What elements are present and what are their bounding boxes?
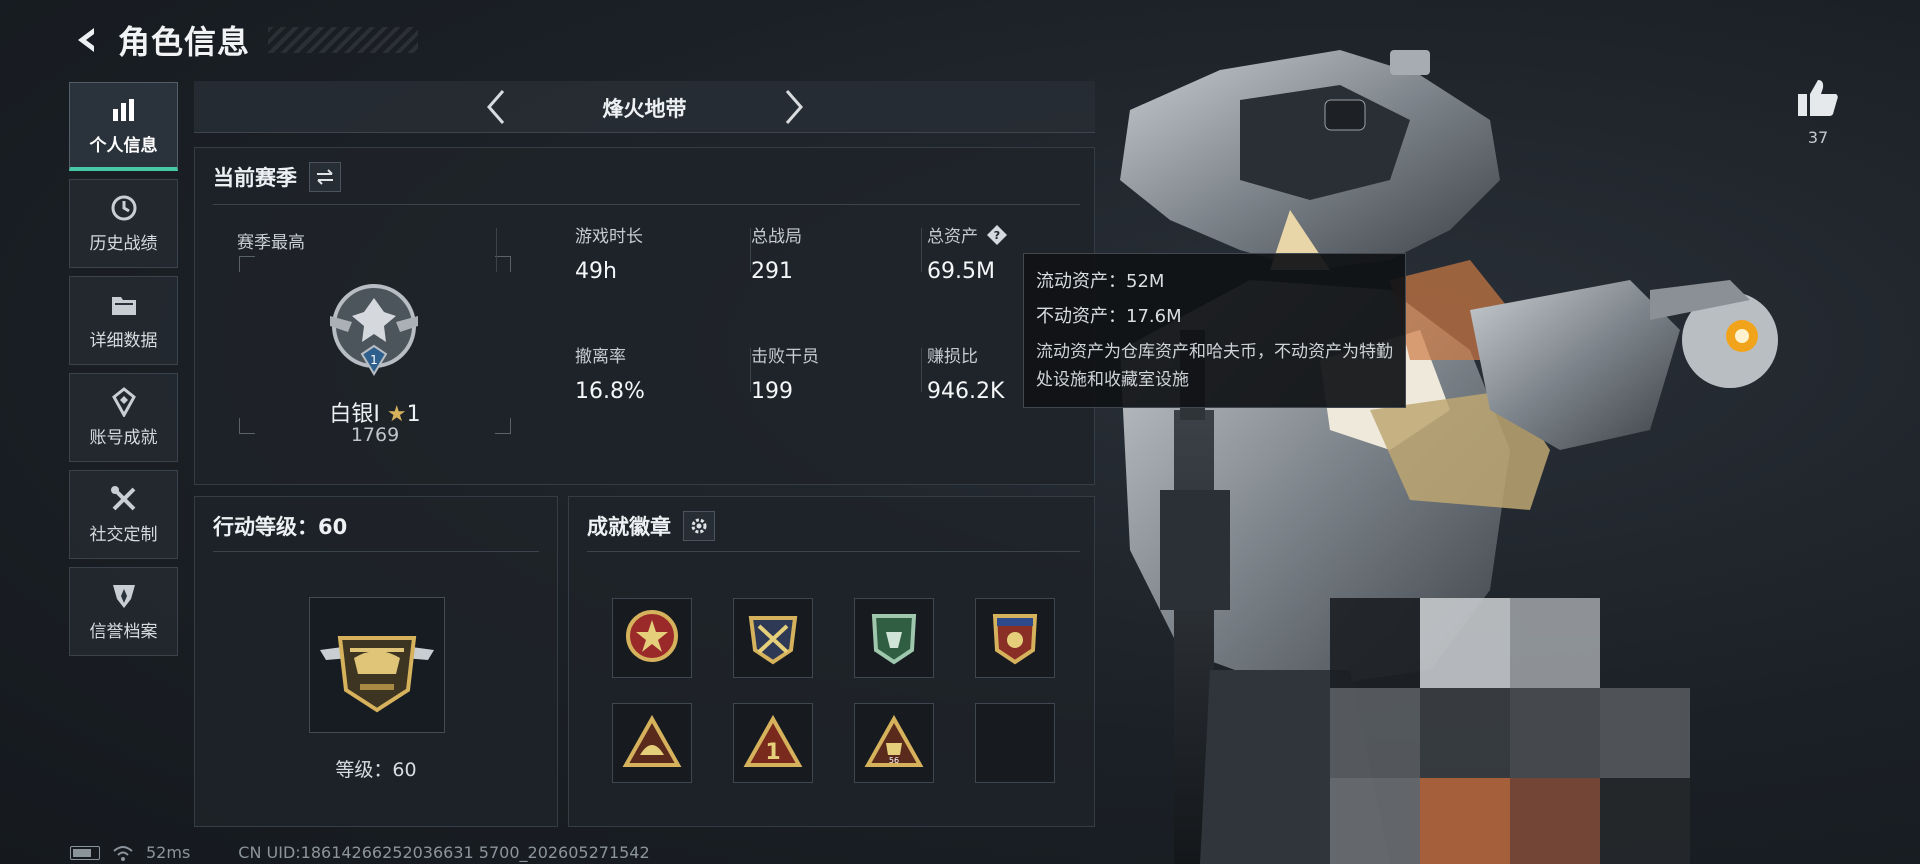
rank-card[interactable]: 1 白银I ★1 1769 [239, 256, 511, 446]
svg-text:1: 1 [370, 353, 378, 367]
next-mode-button[interactable] [774, 87, 814, 127]
achievement-badge[interactable] [612, 703, 692, 783]
level-text: 等级：60 [335, 759, 417, 781]
action-level-panel: 行动等级：60 等级：60 [194, 496, 558, 827]
sidebar: 个人信息 历史战绩 详细数据 账号成就 社交定制 信誉档案 [69, 82, 179, 664]
stat-operators-defeated: 击败干员 199 [751, 347, 819, 404]
achievement-badge[interactable] [975, 598, 1055, 678]
achievement-empty-slot[interactable] [975, 703, 1055, 783]
history-icon [111, 195, 136, 221]
sidebar-item-label: 信誉档案 [89, 622, 158, 642]
bar-chart-icon [112, 98, 134, 121]
sidebar-item-personal-info[interactable]: 个人信息 [69, 82, 178, 171]
sidebar-item-label: 账号成就 [89, 428, 158, 448]
uid-text: CN UID:18614266252036631 5700_2026052715… [238, 843, 650, 862]
achievement-badge[interactable] [854, 598, 934, 678]
sidebar-item-history[interactable]: 历史战绩 [69, 179, 178, 268]
achievement-badge[interactable] [612, 598, 692, 678]
tools-icon [110, 486, 135, 511]
sidebar-item-social-custom[interactable]: 社交定制 [69, 470, 178, 559]
helicopter-emblem-icon [320, 636, 434, 713]
like-count: 37 [1807, 128, 1829, 147]
page-header: 角色信息 [70, 18, 419, 62]
sidebar-item-account-achievement[interactable]: 账号成就 [69, 373, 178, 462]
divider [921, 348, 922, 392]
folder-icon [111, 297, 136, 315]
header-decoration [268, 27, 419, 53]
battery-icon [70, 845, 100, 860]
chevron-right-icon [785, 90, 803, 124]
divider [587, 551, 1080, 552]
silver-rank-badge-icon: 1 [330, 284, 418, 376]
helmet-triangle-icon [622, 714, 682, 767]
stat-extraction-rate: 撤离率 16.8% [575, 347, 645, 404]
sidebar-item-credit-record[interactable]: 信誉档案 [69, 567, 178, 656]
shield-icon [112, 585, 135, 608]
divider [213, 204, 1080, 205]
svg-text:1: 1 [765, 740, 780, 765]
star-emblem-icon [626, 610, 678, 662]
action-level-badge[interactable] [309, 597, 445, 733]
rank-score: 1769 [350, 424, 400, 446]
season-title: 当前赛季 [213, 166, 297, 190]
switch-season-button[interactable] [309, 162, 341, 192]
flag-shield-emblem-icon [992, 614, 1038, 665]
season-panel: 当前赛季 赛季最高 1 白银I ★1 1769 游戏时长 49h 总战局 291… [194, 147, 1095, 485]
thumbs-up-icon [1798, 80, 1838, 116]
sidebar-item-label: 社交定制 [89, 525, 158, 545]
medal-56-triangle-icon: 56 [864, 714, 924, 767]
achievement-title: 成就徽章 [587, 515, 671, 539]
svg-text:?: ? [994, 229, 1000, 242]
back-arrow-icon[interactable] [70, 23, 104, 57]
sidebar-item-label: 历史战绩 [89, 234, 158, 254]
ping-text: 52ms [146, 843, 191, 862]
stat-total-matches: 总战局 291 [751, 227, 802, 284]
number-1-triangle-icon: 1 [743, 714, 803, 767]
question-icon[interactable]: ? [986, 224, 1008, 246]
stat-play-time: 游戏时长 49h [575, 227, 643, 284]
mode-title: 烽火地带 [602, 97, 687, 121]
previous-mode-button[interactable] [476, 87, 516, 127]
achievement-settings-button[interactable] [683, 511, 715, 541]
crossed-arrows-emblem-icon [748, 616, 798, 665]
divider [921, 228, 922, 272]
divider [496, 228, 497, 272]
status-bar: 52ms CN UID:18614266252036631 5700_20260… [70, 843, 650, 862]
achievement-icon [111, 387, 136, 417]
svg-text:56: 56 [889, 756, 899, 765]
character-artwork [1120, 50, 1778, 864]
action-level-title: 行动等级：60 [213, 515, 348, 539]
tooltip-liquid-assets: 流动资产：52M [1036, 271, 1165, 292]
achievement-badge[interactable]: 1 [733, 703, 813, 783]
achievement-panel: 成就徽章 1 56 [568, 496, 1095, 827]
chevron-left-icon [487, 90, 505, 124]
divider [213, 551, 539, 552]
mode-tab-bar: 烽火地带 [194, 81, 1095, 133]
sidebar-item-detailed-data[interactable]: 详细数据 [69, 276, 178, 365]
page-title: 角色信息 [118, 23, 251, 61]
sidebar-item-label: 个人信息 [89, 135, 158, 156]
tooltip-fixed-assets: 不动资产：17.6M [1036, 306, 1182, 327]
like-button[interactable]: 37 [1790, 78, 1846, 147]
gear-icon [691, 518, 707, 534]
achievement-badge[interactable] [733, 598, 813, 678]
sidebar-item-label: 详细数据 [89, 331, 158, 351]
asset-tooltip: 流动资产：52M 不动资产：17.6M 流动资产为仓库资产和哈夫币，不动资产为特… [1023, 253, 1406, 408]
swap-icon [317, 169, 333, 185]
season-best-label: 赛季最高 [237, 233, 305, 253]
achievement-badge[interactable]: 56 [854, 703, 934, 783]
wifi-icon [113, 845, 133, 861]
tooltip-description: 流动资产为仓库资产和哈夫币，不动资产为特勤处设施和收藏室设施 [1036, 342, 1393, 390]
green-shield-emblem-icon [871, 614, 917, 665]
